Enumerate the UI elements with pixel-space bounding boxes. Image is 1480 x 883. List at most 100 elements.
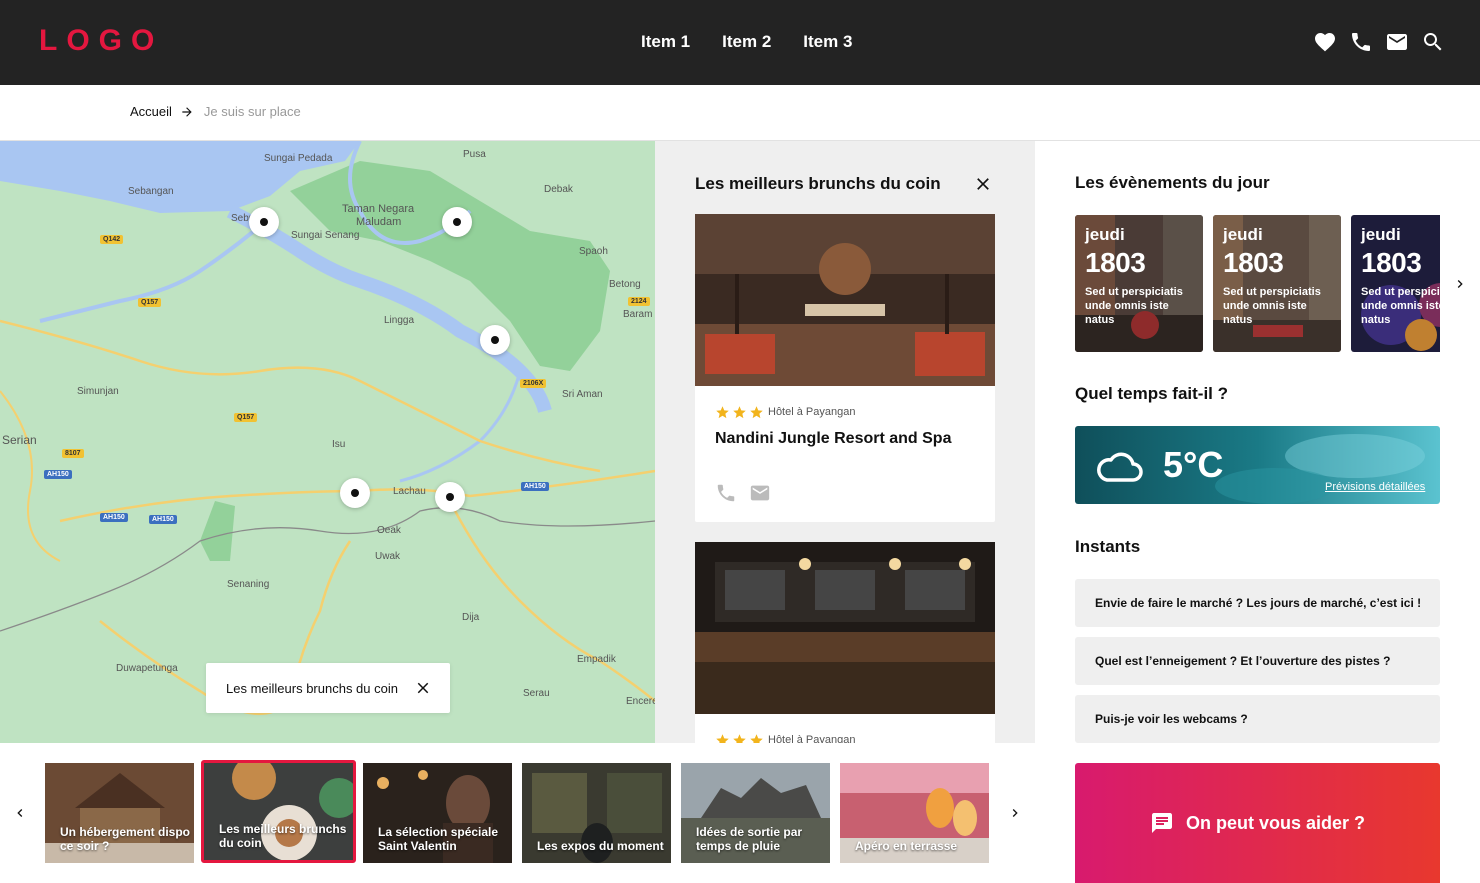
- map-label: Oeak: [377, 525, 401, 536]
- road-badge: 8107: [62, 449, 84, 458]
- map-label: Duwapetunga: [116, 663, 178, 674]
- map-label: Baram: [623, 309, 653, 320]
- carousel-item[interactable]: Idées de sortie par temps de pluie: [681, 763, 830, 863]
- instant-item[interactable]: Quel est l’enneigement ? Et l’ouverture …: [1075, 637, 1440, 685]
- carousel-item[interactable]: Les expos du moment: [522, 763, 671, 863]
- instant-item[interactable]: Puis-je voir les webcams ?: [1075, 695, 1440, 743]
- restaurant-photo: [695, 214, 995, 386]
- event-date: 1803: [1361, 247, 1422, 278]
- nav-item-2[interactable]: Item 2: [722, 32, 771, 52]
- star-icon: [716, 734, 729, 743]
- map-label: Sungai Pedada: [264, 153, 333, 164]
- event-text-content: Sed ut perspiciatis unde omnis iste natu…: [1361, 286, 1440, 326]
- map-label: Maludam: [356, 216, 402, 228]
- event-text: Sed ut perspiciatis unde omnis iste natu…: [1361, 285, 1440, 327]
- map-label: Empadik: [577, 654, 616, 665]
- close-icon[interactable]: [973, 174, 993, 194]
- map-label: Dija: [462, 612, 480, 623]
- search-icon[interactable]: [1421, 30, 1445, 54]
- map-label: Isu: [332, 439, 346, 450]
- map-label: Sungai Senang: [291, 230, 360, 241]
- instant-item[interactable]: Envie de faire le marché ? Les jours de …: [1075, 579, 1440, 627]
- map-filter-chip[interactable]: Les meilleurs brunchs du coin: [206, 663, 450, 713]
- mail-icon[interactable]: [749, 482, 771, 504]
- instants-title: Instants: [1075, 537, 1141, 556]
- card-name[interactable]: Nandini Jungle Resort and Spa: [715, 430, 951, 448]
- carousel-label: Un hébergement dispo ce soir ?: [60, 825, 191, 853]
- map-pin[interactable]: [435, 482, 465, 512]
- map-label: Betong: [609, 279, 641, 290]
- road-badge: Q142: [100, 235, 124, 244]
- road-badge: AH150: [100, 513, 128, 522]
- map[interactable]: Sungai Pedada Pusa Sebangan Sebuyau Tama…: [0, 141, 655, 743]
- weather-temperature: 5°C: [1163, 444, 1224, 485]
- map-pin[interactable]: [442, 207, 472, 237]
- close-icon[interactable]: [414, 679, 432, 697]
- map-pin[interactable]: [249, 207, 279, 237]
- road-badge: 2106X: [520, 379, 547, 388]
- event-date: 1803: [1085, 247, 1146, 278]
- map-label: Spaoh: [579, 246, 608, 257]
- event-card[interactable]: jeudi 1803 Sed ut perspiciatis unde omni…: [1351, 215, 1440, 352]
- map-label: Uwak: [375, 551, 401, 562]
- map-label: Taman Negara: [342, 203, 415, 215]
- event-day: jeudi: [1361, 225, 1401, 244]
- carousel-label: Les meilleurs brunchs du coin: [219, 822, 347, 850]
- carousel-item[interactable]: Un hébergement dispo ce soir ?: [45, 763, 194, 863]
- event-text: Sed ut perspiciatis unde omnis iste natu…: [1223, 285, 1341, 327]
- carousel-label: La sélection spéciale Saint Valentin: [378, 825, 499, 853]
- map-label: Serau: [523, 688, 550, 699]
- results-panel: Les meilleurs brunchs du coin Hôtel à Pa…: [655, 141, 1035, 743]
- map-label: Lingga: [384, 315, 415, 326]
- star-icon: [716, 406, 729, 419]
- road-badge: AH150: [521, 482, 549, 491]
- chevron-left-icon[interactable]: [12, 805, 28, 821]
- carousel-label: Idées de sortie par temps de pluie: [696, 825, 803, 853]
- chevron-right-icon[interactable]: [1452, 276, 1468, 292]
- help-label: On peut vous aider ?: [1185, 812, 1366, 833]
- card-contact-icons: [715, 482, 771, 504]
- carousel-item[interactable]: Apéro en terrasse: [840, 763, 989, 863]
- heart-icon[interactable]: [1313, 30, 1337, 54]
- card-category: Hôtel à Payangan: [768, 734, 856, 743]
- event-text-content: Sed ut perspiciatis unde omnis iste natu…: [1223, 286, 1321, 326]
- nav-item-1[interactable]: Item 1: [641, 32, 690, 52]
- map-label: Sri Aman: [562, 389, 603, 400]
- map-pin[interactable]: [480, 325, 510, 355]
- result-card[interactable]: Hôtel à Payangan: [695, 542, 995, 743]
- breadcrumb-home[interactable]: Accueil: [130, 104, 172, 119]
- event-card[interactable]: jeudi 1803 Sed ut perspiciatis unde omni…: [1213, 215, 1341, 352]
- rating-stars: [715, 405, 764, 420]
- carousel-label: Les expos du moment: [537, 839, 664, 853]
- weather-forecast-link[interactable]: Prévisions détaillées: [1325, 481, 1425, 493]
- mail-icon[interactable]: [1385, 30, 1409, 54]
- weather-widget[interactable]: 5°C Prévisions détaillées: [1075, 426, 1440, 504]
- event-day: jeudi: [1223, 225, 1263, 244]
- phone-icon[interactable]: [1349, 30, 1373, 54]
- result-card[interactable]: Hôtel à Payangan Nandini Jungle Resort a…: [695, 214, 995, 522]
- events-title: Les évènements du jour: [1075, 173, 1270, 192]
- breadcrumb: Accueil Je suis sur place: [130, 104, 301, 119]
- star-icon: [733, 734, 746, 743]
- event-card[interactable]: jeudi 1803 Sed ut perspiciatis unde omni…: [1075, 215, 1203, 352]
- map-label: Sebangan: [128, 186, 174, 197]
- road-badge: AH150: [149, 515, 177, 524]
- road-badge: Q157: [138, 298, 162, 307]
- carousel-item-active[interactable]: Les meilleurs brunchs du coin: [201, 760, 356, 863]
- road-badge: 2124: [628, 297, 650, 306]
- event-day: jeudi: [1085, 225, 1125, 244]
- star-icon: [750, 406, 763, 419]
- main-nav: Item 1 Item 2 Item 3: [641, 32, 852, 52]
- chevron-right-icon[interactable]: [1007, 805, 1023, 821]
- map-pin[interactable]: [340, 478, 370, 508]
- road-badge: AH150: [44, 470, 72, 479]
- star-icon: [733, 406, 746, 419]
- logo[interactable]: LOGO: [39, 24, 163, 58]
- map-label: Debak: [544, 184, 573, 195]
- nav-item-3[interactable]: Item 3: [803, 32, 852, 52]
- panel-title: Les meilleurs brunchs du coin: [695, 174, 941, 193]
- carousel-item[interactable]: La sélection spéciale Saint Valentin: [363, 763, 512, 863]
- phone-icon[interactable]: [715, 482, 737, 504]
- help-button[interactable]: On peut vous aider ?: [1075, 763, 1440, 883]
- events-carousel: jeudi 1803 Sed ut perspiciatis unde omni…: [1075, 215, 1440, 352]
